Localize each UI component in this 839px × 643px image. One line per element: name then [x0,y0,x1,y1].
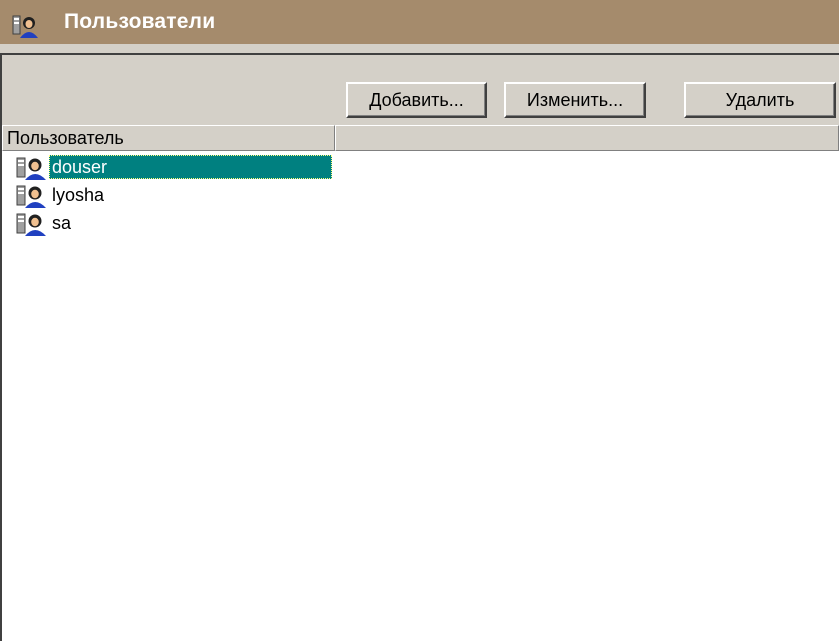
main-panel: Добавить... Изменить... Удалить Пользова… [0,53,839,643]
user-icon [16,157,46,180]
delete-button[interactable]: Удалить [684,82,836,118]
users-list[interactable]: Пользователь douser lyosha sa [2,125,839,643]
toolbar: Добавить... Изменить... Удалить [2,55,839,125]
title-divider [0,44,839,53]
users-window: Пользователи Добавить... Изменить... Уда… [0,0,839,643]
list-item-label: sa [52,213,72,233]
user-icon [16,213,46,236]
column-header-user[interactable]: Пользователь [2,125,335,151]
list-item-label: douser [49,155,332,179]
edit-button[interactable]: Изменить... [504,82,646,118]
list-item-label: lyosha [52,185,105,205]
list-header: Пользователь [2,125,839,151]
column-header-empty[interactable] [335,125,839,151]
user-icon [16,185,46,208]
users-icon [12,15,38,38]
add-button[interactable]: Добавить... [346,82,487,118]
title-bar[interactable]: Пользователи [0,0,839,44]
window-title: Пользователи [64,10,216,33]
